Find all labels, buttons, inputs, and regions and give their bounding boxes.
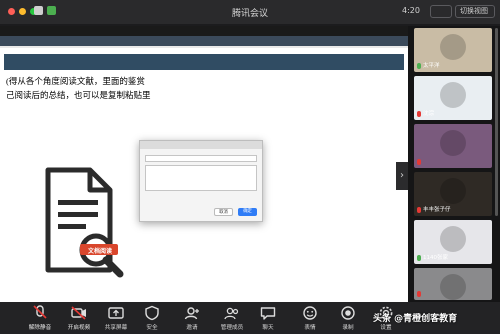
- participant-name-tag: [417, 158, 423, 166]
- mic-icon: [417, 255, 421, 261]
- shared-screen: (得从各个角度阅读文献，里面的鉴赏 己阅读后的总结，也可以是复制粘贴里 文档阅读: [0, 26, 408, 328]
- toolbar-button-shield[interactable]: 安全: [135, 305, 169, 333]
- slide-heading: (得从各个角度阅读文献，里面的鉴赏: [6, 76, 145, 86]
- watermark: 头条 @青橙创客教育: [373, 314, 458, 324]
- input-dialog: 取消 确定: [139, 140, 263, 222]
- toolbar-label: 共享屏幕: [104, 325, 128, 331]
- participant-tile[interactable]: [414, 124, 492, 168]
- members-icon: [224, 307, 239, 320]
- collapse-panel-arrow[interactable]: ›: [396, 162, 408, 190]
- toolbar-button-members[interactable]: 管理成员: [215, 305, 249, 333]
- toolbar-button-reaction[interactable]: 表情: [293, 305, 327, 333]
- switch-view-button[interactable]: 切换视图: [455, 5, 495, 18]
- invite-icon: [184, 307, 199, 320]
- layout-button[interactable]: [430, 5, 452, 18]
- mic-muted-icon: [417, 111, 421, 117]
- toolbar-label: 聊天: [262, 325, 274, 331]
- toolbar-button-record[interactable]: 录制: [331, 305, 365, 333]
- toolbar-button-chat[interactable]: 聊天: [251, 305, 285, 333]
- toolbar-label: 解除静音: [28, 325, 52, 331]
- participant-name-tag: 1140张家: [417, 254, 448, 262]
- meeting-window: 腾讯会议 4:20 切换视图 (得从各个角度阅读文献，里面的鉴赏 己阅读后的总结…: [0, 0, 500, 334]
- mic-muted-icon: [417, 207, 421, 213]
- mic-muted-icon: [417, 159, 421, 165]
- toolbar-label: 安全: [146, 325, 158, 331]
- participant-name-tag: 沈淙: [417, 110, 434, 118]
- mic-muted-icon: [33, 305, 47, 319]
- document-badge-label: 文档阅读: [87, 248, 112, 255]
- mic-muted-icon: [417, 291, 421, 297]
- shield-icon: [145, 305, 159, 321]
- participant-avatar: [440, 130, 466, 156]
- mic-icon: [417, 63, 421, 69]
- toolbar-label: 开启视频: [67, 325, 91, 331]
- document-search-icon: [45, 167, 124, 278]
- participant-avatar: [440, 226, 466, 252]
- dialog-title: [140, 141, 262, 149]
- toolbar-label: 设置: [380, 325, 392, 331]
- slide-header-text: [4, 57, 404, 67]
- toolbar-button-video-off[interactable]: 开启视频: [62, 305, 96, 333]
- participant-tile[interactable]: 1140张家: [414, 220, 492, 264]
- slide-subtitle: 己阅读后的总结，也可以是复制粘贴里: [6, 90, 151, 100]
- presentation-slide: (得从各个角度阅读文献，里面的鉴赏 己阅读后的总结，也可以是复制粘贴里 文档阅读: [0, 48, 408, 302]
- shared-toolbar-strip: [0, 36, 408, 46]
- ok-button[interactable]: 确定: [238, 208, 257, 216]
- reaction-icon: [303, 306, 317, 320]
- toolbar-label: 表情: [304, 325, 316, 331]
- toolbar-label: 邀请: [186, 325, 198, 331]
- participant-avatar: [440, 178, 466, 204]
- participant-name-tag: [417, 290, 423, 298]
- participant-avatar: [440, 34, 466, 60]
- participant-tile[interactable]: [414, 268, 492, 300]
- participant-avatar: [440, 82, 466, 108]
- toolbar-button-share-screen[interactable]: 共享屏幕: [99, 305, 133, 333]
- participant-tile[interactable]: 沈淙: [414, 76, 492, 120]
- dialog-url-field[interactable]: [145, 155, 257, 162]
- participant-tile[interactable]: 太平洋: [414, 28, 492, 72]
- participant-name: 沈淙: [423, 111, 435, 117]
- participants-scrollbar[interactable]: [495, 28, 498, 216]
- video-off-icon: [71, 306, 86, 320]
- share-screen-icon: [108, 307, 124, 319]
- record-icon: [341, 306, 355, 320]
- participant-name-tag: 太平洋: [417, 62, 440, 70]
- participant-name: 1140张家: [423, 255, 448, 261]
- participant-tile[interactable]: 丰丰张子仔: [414, 172, 492, 216]
- toolbar-label: 管理成员: [220, 325, 244, 331]
- participant-name: 太平洋: [423, 63, 440, 69]
- cancel-button[interactable]: 取消: [214, 208, 233, 216]
- chat-icon: [260, 307, 276, 320]
- meeting-timer: 4:20: [402, 6, 420, 15]
- participant-name: 丰丰张子仔: [423, 207, 451, 213]
- toolbar-button-invite[interactable]: 邀请: [175, 305, 209, 333]
- participant-name-tag: 丰丰张子仔: [417, 206, 451, 214]
- app-title: 腾讯会议: [231, 9, 268, 19]
- shared-menubar: [0, 26, 408, 36]
- slide-header-band: [4, 54, 404, 70]
- toolbar-label: 录制: [342, 325, 354, 331]
- toolbar-button-mic-muted[interactable]: 解除静音: [23, 305, 57, 333]
- participant-avatar: [440, 274, 466, 300]
- dialog-text-area[interactable]: [145, 165, 257, 191]
- title-bar: 腾讯会议 4:20 切换视图: [0, 0, 500, 24]
